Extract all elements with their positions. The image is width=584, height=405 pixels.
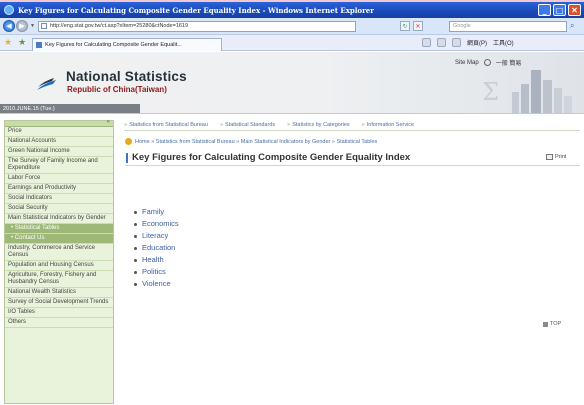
sidebar: « Price National Accounts Green National…	[4, 119, 114, 404]
top-nav-statistical-standards[interactable]: Statistical Standards	[220, 122, 275, 130]
sidebar-item-national-wealth[interactable]: National Wealth Statistics	[5, 288, 113, 298]
topic-violence[interactable]: Violence	[134, 278, 179, 290]
tab-label: Key Figures for Calculating Composite Ge…	[45, 41, 182, 48]
address-tools: ↻ ✕	[400, 21, 423, 31]
window-controls: _ □ ✕	[538, 4, 581, 16]
sidebar-item-population-census[interactable]: Population and Housing Census	[5, 261, 113, 271]
collapse-icon[interactable]: «	[107, 119, 110, 125]
sidebar-item-price[interactable]: Price	[5, 127, 113, 137]
sidebar-header: «	[5, 119, 113, 127]
topic-economics[interactable]: Economics	[134, 218, 179, 230]
sidebar-item-io-tables[interactable]: I/O Tables	[5, 308, 113, 318]
topic-list: Family Economics Literacy Education Heal…	[134, 206, 179, 290]
sidebar-item-green-national-income[interactable]: Green National Income	[5, 147, 113, 157]
back-button[interactable]: ◀	[3, 20, 15, 32]
sidebar-item-social-security[interactable]: Social Security	[5, 204, 113, 214]
topic-education[interactable]: Education	[134, 242, 179, 254]
page-title-text: Key Figures for Calculating Composite Ge…	[132, 152, 411, 163]
sidebar-item-family-income[interactable]: The Survey of Family Income and Expendit…	[5, 157, 113, 174]
favorites-star-icon[interactable]: ★	[4, 37, 12, 48]
tab-page-icon	[36, 41, 43, 48]
sidebar-item-social-development[interactable]: Survey of Social Development Trends	[5, 298, 113, 308]
page-title: Key Figures for Calculating Composite Ge…	[126, 152, 410, 163]
topic-family[interactable]: Family	[134, 206, 179, 218]
banner-date: 2010.JUNE.15 (Tue.)	[0, 104, 140, 113]
top-nav-statistics-categories[interactable]: Statistics by Categories	[287, 122, 349, 130]
window-title: Key Figures for Calculating Composite Ge…	[18, 5, 374, 15]
sidebar-item-contact-us[interactable]: • Contact Us	[5, 234, 113, 244]
site-logo-icon[interactable]	[36, 75, 58, 93]
tab-current[interactable]: Key Figures for Calculating Composite Ge…	[32, 37, 223, 51]
title-divider	[125, 165, 580, 166]
feeds-icon[interactable]	[437, 38, 446, 47]
topic-politics[interactable]: Politics	[134, 266, 179, 278]
breadcrumb-text[interactable]: Home » Statistics from Statistical Burea…	[135, 139, 377, 145]
search-icon[interactable]: ⌕	[570, 21, 574, 31]
command-bar: 網頁(P) 工具(O)	[422, 38, 514, 47]
minimize-button[interactable]: _	[538, 4, 551, 16]
forward-button[interactable]: ▶	[16, 20, 28, 32]
topic-literacy[interactable]: Literacy	[134, 230, 179, 242]
ie-icon	[4, 5, 14, 15]
print-icon[interactable]	[452, 38, 461, 47]
sidebar-item-social-indicators[interactable]: Social Indicators	[5, 194, 113, 204]
sidebar-item-statistical-tables[interactable]: • Statistical Tables	[5, 224, 113, 234]
sidebar-item-earnings[interactable]: Earnings and Productivity	[5, 184, 113, 194]
site-map-link[interactable]: Site Map	[455, 60, 479, 66]
sidebar-item-others[interactable]: Others	[5, 318, 113, 328]
page-icon	[40, 23, 47, 29]
breadcrumb: Home » Statistics from Statistical Burea…	[125, 138, 377, 145]
url-text: http://eng.stat.gov.tw/ct.asp?xItem=2528…	[49, 23, 189, 29]
top-nav: Statistics from Statistical Bureau Stati…	[124, 122, 580, 131]
top-nav-information-service[interactable]: Information Service	[362, 122, 414, 130]
sidebar-item-industry-census[interactable]: Industry, Commerce and Service Census	[5, 244, 113, 261]
print-button[interactable]: Print	[546, 154, 566, 160]
skyline-decoration-icon	[512, 70, 572, 113]
top-nav-statistics-bureau[interactable]: Statistics from Statistical Bureau	[124, 122, 208, 130]
sidebar-item-labor-force[interactable]: Labor Force	[5, 174, 113, 184]
site-banner: National Statistics Republic of China(Ta…	[0, 52, 584, 114]
title-marker-icon	[126, 152, 128, 163]
top-arrow-icon	[543, 321, 548, 327]
page-menu[interactable]: 網頁(P)	[467, 38, 487, 47]
tools-menu[interactable]: 工具(O)	[493, 38, 514, 47]
close-button[interactable]: ✕	[568, 4, 581, 16]
sidebar-item-national-accounts[interactable]: National Accounts	[5, 137, 113, 147]
address-bar: ◀ ▶ ▼ http://eng.stat.gov.tw/ct.asp?xIte…	[0, 18, 584, 35]
back-to-top-link[interactable]: TOP	[543, 321, 561, 327]
url-input[interactable]: http://eng.stat.gov.tw/ct.asp?xItem=2528…	[37, 20, 356, 32]
home-icon[interactable]	[422, 38, 431, 47]
window-titlebar[interactable]: Key Figures for Calculating Composite Ge…	[0, 2, 584, 18]
topic-health[interactable]: Health	[134, 254, 179, 266]
add-favorite-icon[interactable]: ★	[18, 37, 26, 48]
print-label: Print	[555, 154, 567, 160]
site-subtitle: Republic of China(Taiwan)	[67, 85, 167, 94]
sidebar-item-agriculture-census[interactable]: Agriculture, Forestry, Fishery and Husba…	[5, 271, 113, 288]
history-dropdown-icon[interactable]: ▼	[30, 23, 35, 29]
stop-icon[interactable]: ✕	[413, 21, 423, 31]
maximize-button[interactable]: □	[553, 4, 566, 16]
top-label: TOP	[550, 321, 562, 327]
breadcrumb-arrow-icon	[125, 138, 132, 145]
sigma-decoration-icon: Σ	[482, 78, 499, 106]
printer-icon	[546, 154, 553, 160]
refresh-icon[interactable]: ↻	[400, 21, 410, 31]
site-title[interactable]: National Statistics	[66, 69, 187, 84]
sidebar-item-gender-indicators[interactable]: Main Statistical Indicators by Gender	[5, 214, 113, 224]
tab-bar: ★ ★ Key Figures for Calculating Composit…	[0, 35, 584, 51]
globe-icon	[483, 59, 491, 66]
search-input[interactable]: Google	[449, 21, 567, 32]
